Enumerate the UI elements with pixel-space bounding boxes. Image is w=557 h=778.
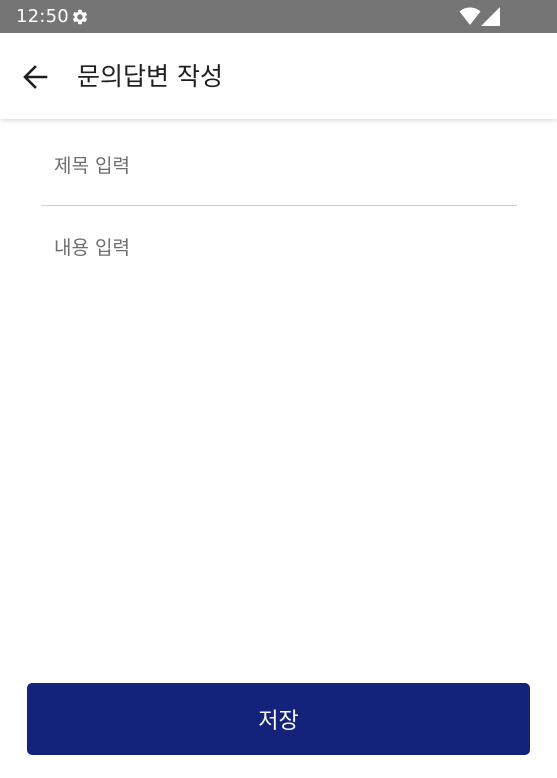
app-bar: 문의답변 작성	[0, 33, 557, 119]
content-input[interactable]	[54, 234, 514, 654]
status-time: 12:50	[16, 6, 69, 27]
page-title: 문의답변 작성	[77, 62, 223, 91]
gear-icon	[71, 8, 89, 26]
status-bar: 12:50	[0, 0, 557, 33]
back-button[interactable]	[18, 61, 52, 93]
title-field	[41, 140, 517, 206]
title-input[interactable]	[54, 152, 504, 180]
wifi-icon	[459, 7, 481, 26]
save-button[interactable]: 저장	[27, 683, 530, 755]
arrow-left-icon	[18, 61, 52, 93]
cellular-signal-icon	[481, 7, 500, 26]
